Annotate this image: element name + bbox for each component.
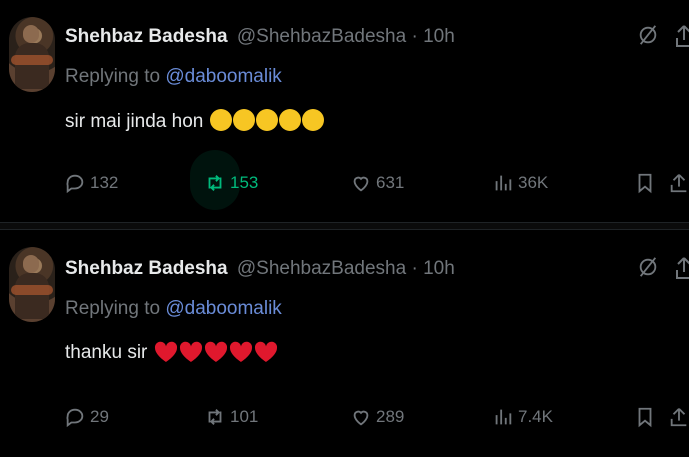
display-name[interactable]: Shehbaz Badesha [65, 258, 228, 279]
tweet-1[interactable]: Shehbaz Badesha @ShehbazBadesha · 10h Re… [0, 0, 689, 222]
like-button[interactable]: 631 [350, 166, 404, 200]
reply-icon [66, 408, 84, 428]
mention-link[interactable]: @daboomalik [165, 298, 281, 319]
tweet-text: sir mai jinda hon [65, 109, 324, 133]
heart-icon [179, 341, 202, 362]
repost-icon [208, 409, 222, 425]
avatar[interactable] [9, 17, 55, 92]
timestamp[interactable]: 10h [423, 26, 455, 47]
emoji-icon [232, 109, 255, 131]
replying-to: Replying to @daboomalik [65, 298, 282, 320]
share-button[interactable] [668, 400, 689, 434]
reply-button[interactable]: 132 [64, 166, 118, 200]
bookmark-button[interactable] [634, 400, 656, 434]
timestamp[interactable]: 10h [423, 258, 455, 279]
heart-icon [254, 341, 277, 362]
reply-count: 29 [90, 407, 109, 426]
share-icon[interactable] [674, 24, 689, 48]
replying-prefix: Replying to [65, 66, 166, 87]
share-icon [670, 174, 687, 193]
avatar[interactable] [9, 247, 55, 322]
heart-row [153, 341, 278, 363]
like-button[interactable]: 289 [350, 400, 404, 434]
replying-prefix: Replying to [65, 298, 166, 319]
emoji-icon [301, 109, 324, 131]
views-button[interactable]: 36K [492, 166, 548, 200]
repost-count: 101 [230, 407, 259, 426]
repost-button[interactable]: 101 [204, 400, 258, 434]
reply-count: 132 [90, 173, 119, 192]
emoji-icon [278, 109, 301, 131]
action-bar: 29 101 289 7.4K [0, 400, 689, 434]
user-handle[interactable]: @ShehbazBadesha [237, 26, 406, 47]
views-icon [495, 409, 512, 425]
bookmark-button[interactable] [634, 166, 656, 200]
emoji-icon [209, 109, 232, 131]
reply-button[interactable]: 29 [64, 400, 109, 434]
tweet-text: thanku sir [65, 341, 278, 364]
share-button[interactable] [668, 166, 689, 200]
like-count: 289 [376, 407, 405, 426]
emoji-icon [255, 109, 278, 131]
tweet-2[interactable]: Shehbaz Badesha @ShehbazBadesha · 10h Re… [0, 230, 689, 452]
like-count: 631 [376, 173, 405, 192]
user-handle[interactable]: @ShehbazBadesha [237, 258, 406, 279]
heart-icon [154, 341, 177, 362]
separator: · [406, 258, 424, 279]
action-bar: 132 153 631 36K [0, 166, 689, 200]
share-icon [670, 408, 687, 427]
repost-count: 153 [230, 173, 259, 192]
tweet-divider [0, 222, 689, 230]
heart-icon [229, 341, 252, 362]
heart-icon [204, 341, 227, 362]
grok-icon[interactable] [637, 256, 659, 278]
bookmark-icon [638, 407, 652, 428]
views-button[interactable]: 7.4K [492, 400, 553, 434]
tweet-header: Shehbaz Badesha @ShehbazBadesha · 10h [65, 258, 455, 280]
replying-to: Replying to @daboomalik [65, 66, 282, 88]
like-icon [353, 410, 369, 426]
display-name[interactable]: Shehbaz Badesha [65, 26, 228, 47]
mention-link[interactable]: @daboomalik [165, 66, 281, 87]
repost-icon [208, 175, 222, 191]
tweet-text-content: sir mai jinda hon [65, 111, 204, 132]
views-count: 7.4K [518, 407, 553, 426]
bookmark-icon [638, 173, 652, 194]
views-icon [495, 175, 512, 191]
emoji-row [209, 109, 324, 132]
tweet-header: Shehbaz Badesha @ShehbazBadesha · 10h [65, 26, 455, 48]
reply-icon [66, 174, 84, 194]
separator: · [406, 26, 424, 47]
views-count: 36K [518, 173, 549, 192]
grok-icon[interactable] [637, 24, 659, 46]
repost-button[interactable]: 153 [204, 166, 258, 200]
share-icon[interactable] [674, 256, 689, 280]
tweet-text-content: thanku sir [65, 342, 148, 363]
like-icon [353, 176, 369, 192]
